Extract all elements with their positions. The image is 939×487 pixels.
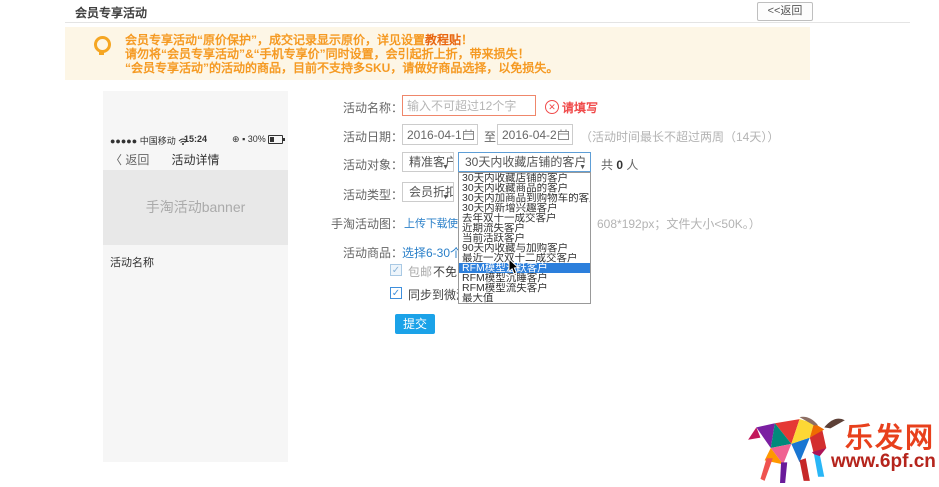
audience-count: 共 0 人 (601, 156, 638, 173)
date-label: 活动日期： (325, 128, 403, 145)
activity-name-input[interactable] (402, 95, 536, 116)
page-title: 会员专享活动 (75, 4, 147, 21)
bulb-icon-tail (99, 52, 104, 55)
mouse-cursor-icon (508, 258, 520, 276)
bull-logo-icon (745, 413, 850, 485)
dropdown-option[interactable]: 30天内收藏店铺的客户 (459, 173, 590, 183)
notice-line-3: “会员专享活动”的活动的商品，目前不支持多SKU，请做好商品选择，以免损失。 (125, 59, 558, 76)
header-divider (65, 22, 910, 23)
dropdown-option-highlighted[interactable]: RFM模型活跃客户 (459, 263, 590, 273)
watermark-site-url: www.6pf.cn (831, 451, 936, 473)
dropdown-option[interactable]: RFM模型沉睡客户 (459, 273, 590, 283)
sync-weitao-checkbox[interactable]: ✓ (390, 287, 402, 299)
date-note: （活动时间最长不超过两周（14天）） (580, 128, 779, 145)
phone-activity-name: 活动名称 (110, 254, 154, 270)
name-label: 活动名称： (325, 99, 403, 116)
goods-label: 活动商品： (325, 244, 403, 261)
phone-status-right: ⊕ ▪ 30% (232, 134, 283, 145)
dropdown-option[interactable]: 近期流失客户 (459, 223, 590, 233)
dropdown-option[interactable]: 30天内收藏商品的客户 (459, 183, 590, 193)
chevron-down-icon: ▼ (579, 159, 586, 172)
upload-link[interactable]: 上传 (404, 215, 426, 231)
phone-nav-title: 活动详情 (103, 151, 288, 168)
error-text: 请填写 (562, 99, 598, 116)
status-misc-icon: ▪ (242, 134, 245, 144)
dropdown-option[interactable]: 90天内收藏与加购客户 (459, 243, 590, 253)
orientation-lock-icon: ⊕ (232, 134, 240, 144)
target-segment-select[interactable]: 30天内收藏店铺的客户 ▼ (458, 152, 591, 172)
bulb-icon (94, 36, 111, 53)
dropdown-option[interactable]: 30天内加商品到购物车的客户 (459, 193, 590, 203)
page: 会员专享活动 <<返回 会员专享活动“原价保护”，成交记录显示原价，详见设置教程… (0, 0, 939, 487)
error-icon: ✕ (545, 100, 559, 114)
target-group-select[interactable]: 精准客户 ▼ (402, 152, 454, 172)
select-goods-link[interactable]: 选择6-30个 (402, 244, 462, 261)
dropdown-option[interactable]: RFM模型流失客户 (459, 283, 590, 293)
calendar-icon[interactable] (463, 129, 474, 140)
calendar-icon[interactable] (558, 129, 569, 140)
submit-button[interactable]: 提交 (395, 314, 435, 334)
dropdown-option[interactable]: 30天内新增兴趣客户 (459, 203, 590, 213)
dropdown-option[interactable]: 去年双十一成交客户 (459, 213, 590, 223)
type-label: 活动类型： (325, 186, 403, 203)
free-shipping-label: 包邮 (408, 263, 432, 280)
activity-type-select[interactable]: 会员折扣 ▼ (402, 182, 454, 202)
date-to-label: 至 (484, 128, 496, 145)
target-segment-value: 30天内收藏店铺的客户 (465, 155, 586, 169)
count-suffix: 人 (626, 158, 638, 172)
count-prefix: 共 (601, 158, 613, 172)
battery-percent: 30% (248, 134, 266, 144)
segment-dropdown: 30天内收藏店铺的客户 30天内收藏商品的客户 30天内加商品到购物车的客户 3… (458, 172, 591, 304)
watermark-site-name: 乐发网 (845, 416, 935, 456)
dropdown-option[interactable]: 当前活跃客户 (459, 233, 590, 243)
dropdown-option[interactable]: 最大值 (459, 293, 590, 303)
chevron-down-icon: ▼ (442, 189, 449, 202)
chevron-down-icon: ▼ (442, 159, 449, 172)
back-button[interactable]: <<返回 (757, 2, 813, 21)
banner-label: 手淘活动图： (325, 215, 403, 232)
dropdown-option[interactable]: 最近一次双十二成交客户 (459, 253, 590, 263)
count-value: 0 (616, 158, 623, 172)
battery-icon (268, 135, 283, 144)
phone-banner-placeholder: 手淘活动banner (103, 170, 288, 245)
free-shipping-checkbox[interactable]: ✓ (390, 264, 402, 276)
target-label: 活动对象： (325, 156, 403, 173)
banner-size-note: 608*192px；文件大小<50K。） (597, 215, 761, 232)
